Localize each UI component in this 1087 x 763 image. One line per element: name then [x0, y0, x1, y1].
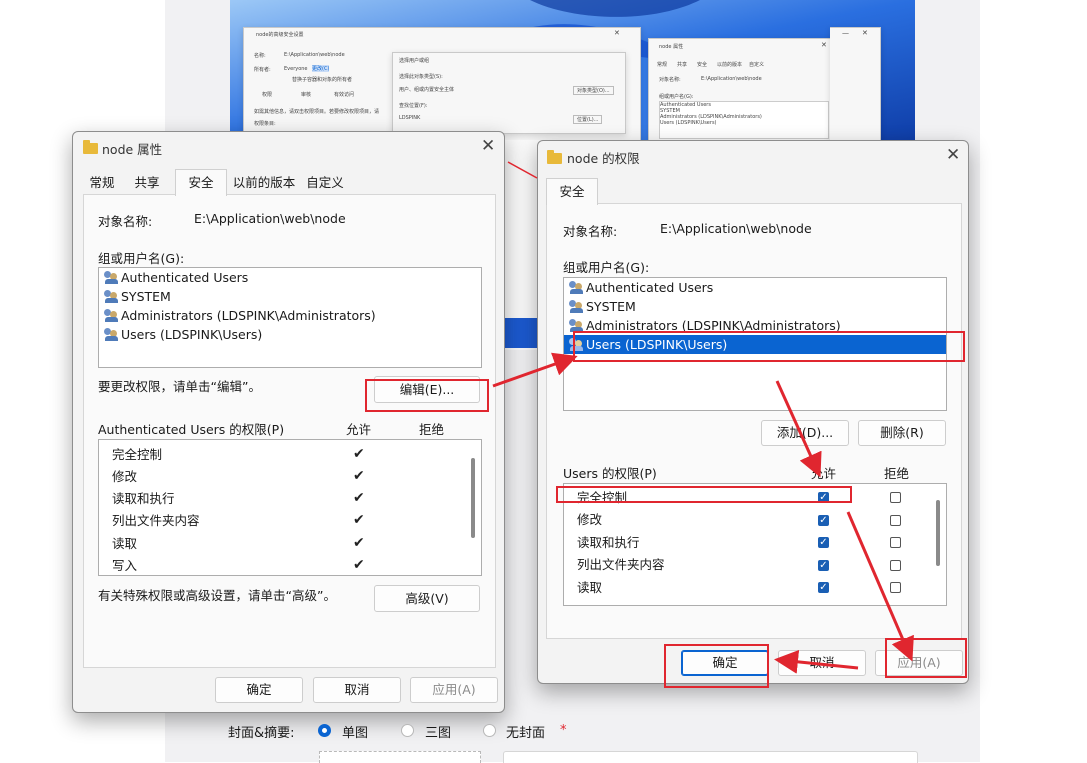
cover-upload-area[interactable] — [319, 751, 481, 763]
tab-security[interactable]: 安全 — [546, 178, 598, 205]
tab-security[interactable]: 安全 — [175, 169, 227, 196]
arrow-edit-to-users — [492, 352, 578, 388]
required-mark: * — [560, 723, 567, 738]
radio-single-image[interactable] — [318, 724, 331, 737]
arrow-to-ok — [774, 649, 859, 674]
cover-summary-label: 封面&摘要: — [228, 726, 295, 741]
radio-three-images[interactable] — [401, 724, 414, 737]
arrow-users-to-allow — [775, 380, 822, 478]
option-single-image: 单图 — [342, 726, 369, 741]
radio-no-cover[interactable] — [483, 724, 496, 737]
option-three-images: 三图 — [425, 726, 452, 741]
option-no-cover: 无封面 — [506, 726, 546, 741]
red-line-fragment — [507, 161, 538, 179]
summary-input[interactable] — [503, 751, 918, 763]
arrow-to-apply — [846, 511, 914, 662]
annotation-arrows — [492, 161, 914, 674]
